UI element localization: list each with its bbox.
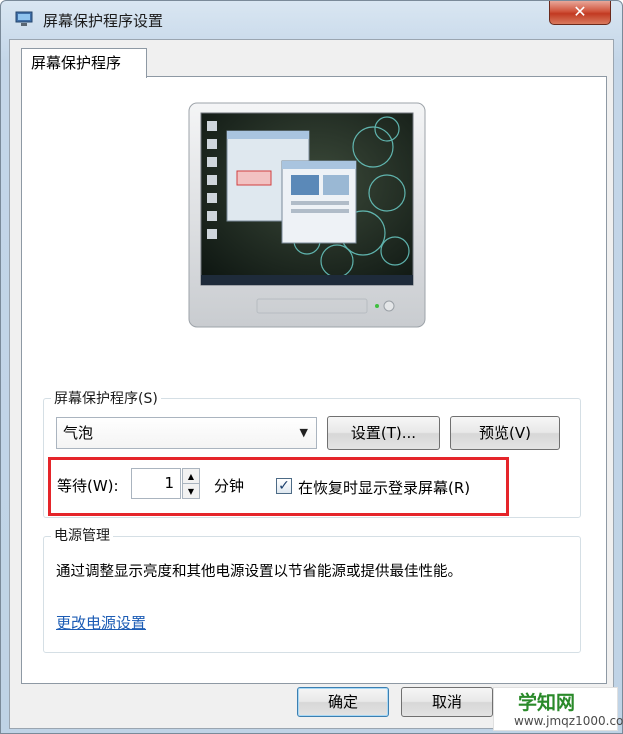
chevron-down-icon: ▼ bbox=[299, 426, 308, 439]
dialog-window: 屏幕保护程序设置 ✕ 屏幕保护程序 屏幕保护程序(S) 气泡 ▼ 设置(T)..… bbox=[0, 0, 623, 734]
settings-button[interactable]: 设置(T)... bbox=[327, 416, 440, 450]
watermark-title: 学知网 bbox=[518, 692, 576, 714]
cancel-button[interactable]: 取消 bbox=[401, 687, 493, 717]
watermark-url: www.jmqz1000.com bbox=[514, 714, 623, 728]
close-button[interactable]: ✕ bbox=[549, 1, 611, 25]
ok-button[interactable]: 确定 bbox=[297, 687, 389, 717]
power-group bbox=[43, 536, 581, 653]
monitor-preview-icon bbox=[188, 102, 426, 328]
site-watermark: 学知网 www.jmqz1000.com bbox=[493, 687, 623, 731]
preview-button[interactable]: 预览(V) bbox=[450, 416, 560, 450]
title-bar[interactable]: 屏幕保护程序设置 ✕ bbox=[1, 1, 622, 39]
window-title: 屏幕保护程序设置 bbox=[43, 12, 164, 30]
screensaver-select-value: 气泡 bbox=[63, 424, 94, 442]
screensaver-select[interactable]: 气泡 ▼ bbox=[56, 417, 317, 449]
close-icon: ✕ bbox=[573, 2, 587, 21]
screensaver-group-title: 屏幕保护程序(S) bbox=[51, 388, 161, 408]
change-power-settings-link[interactable]: 更改电源设置 bbox=[56, 612, 146, 633]
highlight-box bbox=[48, 457, 509, 516]
tab-screensaver[interactable]: 屏幕保护程序 bbox=[21, 48, 147, 78]
screensaver-monitor-icon bbox=[15, 11, 33, 26]
power-group-title: 电源管理 bbox=[51, 525, 113, 545]
power-description: 通过调整显示亮度和其他电源设置以节省能源或提供最佳性能。 bbox=[56, 564, 462, 580]
